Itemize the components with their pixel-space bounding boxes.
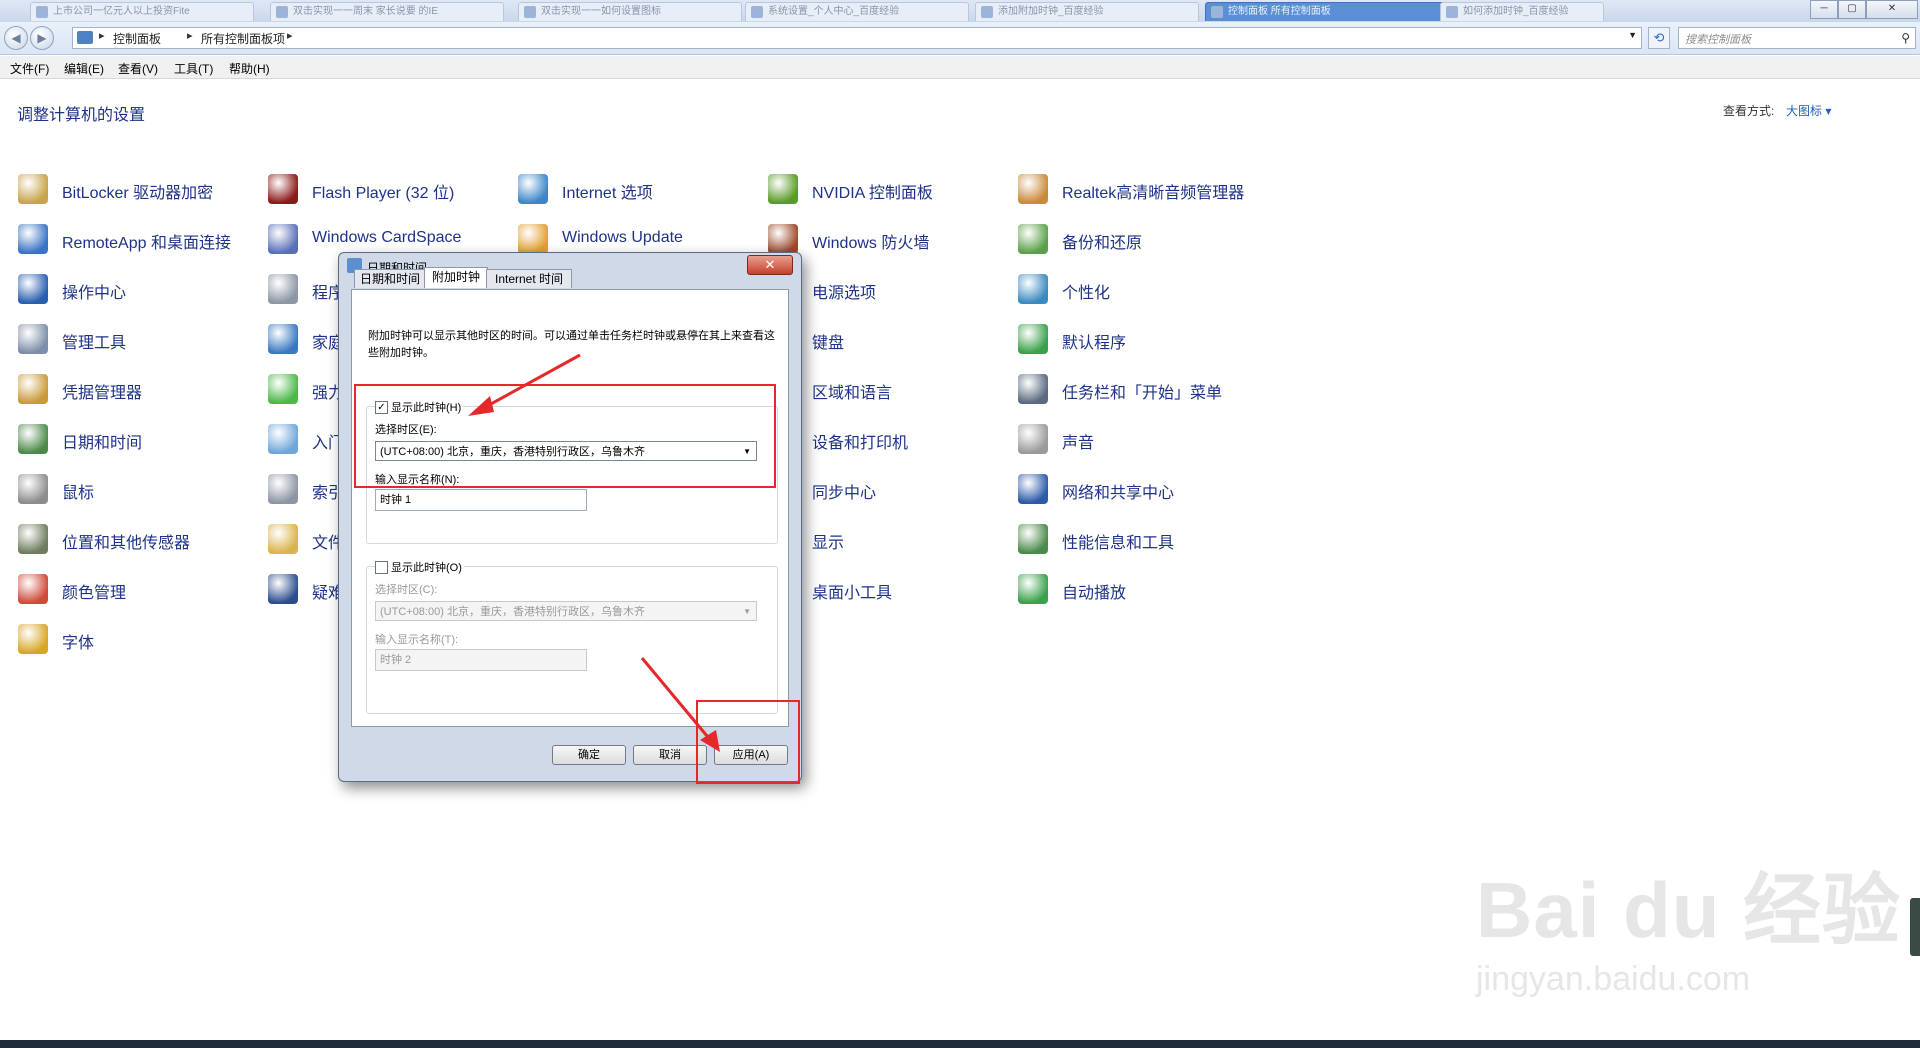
- annotation-arrow-icon: [468, 353, 581, 416]
- taskbar: [0, 1040, 1920, 1048]
- baidu-watermark-url: jingyan.baidu.com: [1476, 960, 1751, 998]
- annotation-arrow-icon: [640, 657, 720, 752]
- side-scroll-handle[interactable]: [1910, 898, 1920, 956]
- baidu-watermark-logo: Bai du 经验: [1476, 866, 1902, 954]
